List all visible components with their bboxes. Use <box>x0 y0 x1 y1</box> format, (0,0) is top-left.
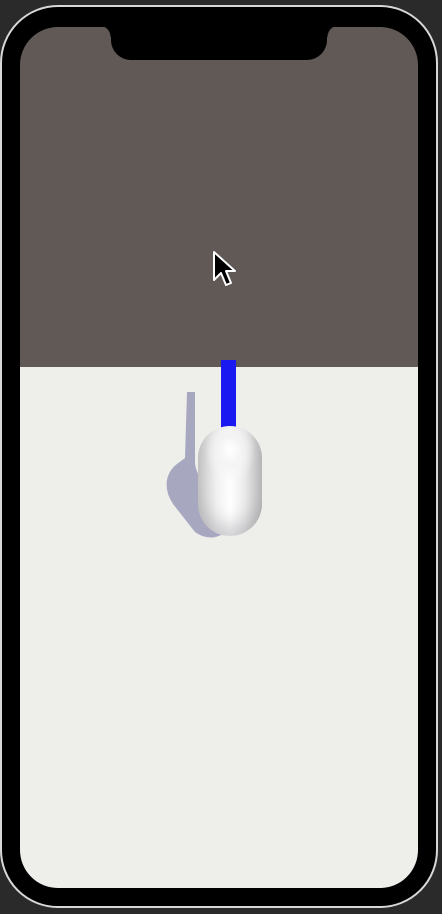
sky-background <box>20 27 418 367</box>
arrow-cursor-icon <box>213 251 236 286</box>
phone-notch <box>99 25 339 60</box>
player-capsule[interactable] <box>198 426 262 536</box>
app-stage <box>0 0 442 914</box>
